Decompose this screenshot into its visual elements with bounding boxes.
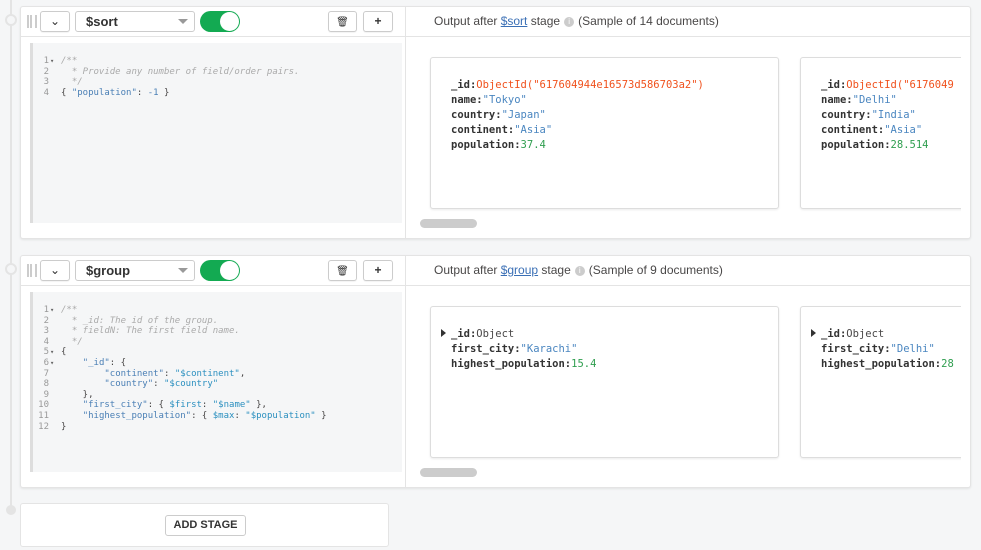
drag-handle-icon[interactable]	[27, 15, 37, 28]
fold-arrow-icon[interactable]: ▾	[50, 305, 54, 316]
code-text: * fieldN: The first field name.	[61, 326, 240, 337]
output-documents: _id:ObjectId("617604944e16573d586703a2")…	[420, 37, 961, 217]
code-text: "highest_population": { $max: "$populati…	[82, 410, 327, 421]
code-line: 11 "highest_population": { $max: "$popul…	[38, 410, 327, 421]
code-text: /**	[61, 305, 78, 315]
caret-down-icon	[178, 268, 188, 273]
code-line: 3 * fieldN: The first field name.	[43, 326, 240, 337]
document-field: name:"Delhi"	[821, 94, 897, 106]
code-line: 8 "country": "$country"	[43, 379, 219, 390]
stage-operator-select[interactable]: $group	[75, 260, 195, 281]
code-text: */	[61, 77, 83, 88]
document-field: first_city:"Delhi"	[821, 343, 935, 355]
code-line: 4{ "population": -1 }	[43, 87, 170, 98]
stage-card: ⌄ $group 🗑 + 1 ▾/** 2 * _id: The id of the…	[20, 255, 971, 488]
info-icon[interactable]: i	[574, 265, 585, 276]
caret-down-icon	[178, 19, 188, 24]
expand-icon[interactable]	[811, 329, 816, 337]
document-field: _id:Object	[811, 327, 961, 342]
add-stage-button[interactable]: ADD STAGE	[165, 515, 246, 536]
delete-stage-button[interactable]: 🗑	[328, 260, 357, 281]
info-icon[interactable]: i	[564, 16, 575, 27]
stage-operator-select[interactable]: $sort	[75, 11, 195, 32]
pipeline-rail	[10, 0, 12, 512]
stage-code-editor[interactable]: 1 ▾/** 2 * Provide any number of field/ord…	[30, 43, 402, 223]
code-text: {	[61, 347, 67, 358]
document-card: _id:Object first_city:"Karachi" highest_po…	[430, 306, 779, 458]
drag-handle-icon[interactable]	[27, 264, 37, 277]
code-line: 10 "first_city": { $first: "$name" },	[38, 400, 267, 411]
code-line: 5 ▾{	[43, 347, 67, 358]
code-line: 2 * Provide any number of field/order pa…	[43, 66, 300, 77]
horizontal-scrollbar[interactable]	[420, 219, 477, 228]
output-header: Output after $sort stage i (Sample of 14 d…	[406, 7, 970, 37]
code-line: 6 ▾ "_id": {	[43, 357, 127, 369]
code-text: * _id: The id of the group.	[61, 315, 219, 326]
code-text: }	[61, 421, 67, 432]
document-field: continent:"Asia"	[451, 124, 553, 136]
document-field: first_city:"Karachi"	[451, 343, 578, 355]
code-line: 12}	[38, 421, 67, 432]
delete-stage-button[interactable]: 🗑	[328, 11, 357, 32]
document-field: name:"Tokyo"	[451, 94, 527, 106]
output-header: Output after $group stage i (Sample of 9 d…	[406, 256, 970, 286]
code-text: "continent": "$continent",	[104, 368, 246, 379]
stage-enabled-toggle[interactable]	[200, 11, 240, 32]
document-card: _id:Object first_city:"Delhi" highest_popu…	[800, 306, 961, 458]
code-text: /**	[61, 56, 78, 66]
code-line: 1 ▾/**	[43, 305, 78, 316]
document-field: _id:ObjectId("617604944e16573d586703a2")	[451, 79, 704, 91]
stage-card: ⌄ $sort 🗑 + 1 ▾/** 2 * Provide any number …	[20, 6, 971, 239]
code-line: 9 },	[43, 389, 94, 400]
horizontal-scrollbar[interactable]	[420, 468, 477, 477]
code-text: { "population": -1 }	[61, 87, 170, 98]
add-stage-card: ADD STAGE	[20, 503, 389, 547]
fold-arrow-icon[interactable]: ▾	[50, 347, 54, 358]
code-line: 4 */	[43, 336, 83, 347]
document-card: _id:ObjectId("617604944e16573d586703a2")…	[430, 57, 779, 209]
trash-icon: 🗑	[336, 17, 349, 28]
code-text: "country": "$country"	[104, 379, 219, 390]
stage-enabled-toggle[interactable]	[200, 260, 240, 281]
code-line: 2 * _id: The id of the group.	[43, 315, 219, 326]
code-line: 3 */	[43, 77, 83, 88]
document-field: population:37.4	[451, 139, 546, 151]
trash-icon: 🗑	[336, 266, 349, 277]
code-text: * Provide any number of field/order pair…	[61, 66, 300, 77]
stage-code-editor[interactable]: 1 ▾/** 2 * _id: The id of the group. 3 * fi…	[30, 292, 402, 472]
collapse-button[interactable]: ⌄	[40, 260, 70, 281]
operator-doc-link[interactable]: $group	[501, 263, 538, 277]
expand-icon[interactable]	[441, 329, 446, 337]
document-field: population:28.514	[821, 139, 929, 151]
document-field: country:"India"	[821, 109, 916, 121]
code-text: */	[61, 336, 83, 347]
add-stage-dot	[6, 505, 16, 515]
add-stage-after-button[interactable]: +	[363, 11, 393, 32]
document-field: _id:ObjectId("6176049	[821, 79, 954, 91]
collapse-button[interactable]: ⌄	[40, 11, 70, 32]
code-text: },	[61, 389, 94, 400]
document-field: continent:"Asia"	[821, 124, 923, 136]
code-text: "first_city": { $first: "$name" },	[82, 400, 267, 411]
document-field: highest_population:15.4	[451, 358, 597, 370]
document-field: highest_population:28	[821, 358, 954, 370]
add-stage-after-button[interactable]: +	[363, 260, 393, 281]
operator-doc-link[interactable]: $sort	[501, 14, 528, 28]
document-field: country:"Japan"	[451, 109, 546, 121]
output-documents: _id:Object first_city:"Karachi" highest_po…	[420, 286, 961, 466]
document-card: _id:ObjectId("6176049 name:"Delhi" country…	[800, 57, 961, 209]
code-text: "_id": {	[82, 357, 127, 368]
stage-dot	[5, 14, 17, 26]
code-line: 7 "continent": "$continent",	[43, 368, 246, 379]
code-line: 1 ▾/**	[43, 56, 78, 67]
document-field: _id:Object	[441, 327, 778, 342]
fold-arrow-icon[interactable]: ▾	[50, 358, 54, 369]
stage-dot	[5, 263, 17, 275]
fold-arrow-icon[interactable]: ▾	[50, 56, 54, 67]
